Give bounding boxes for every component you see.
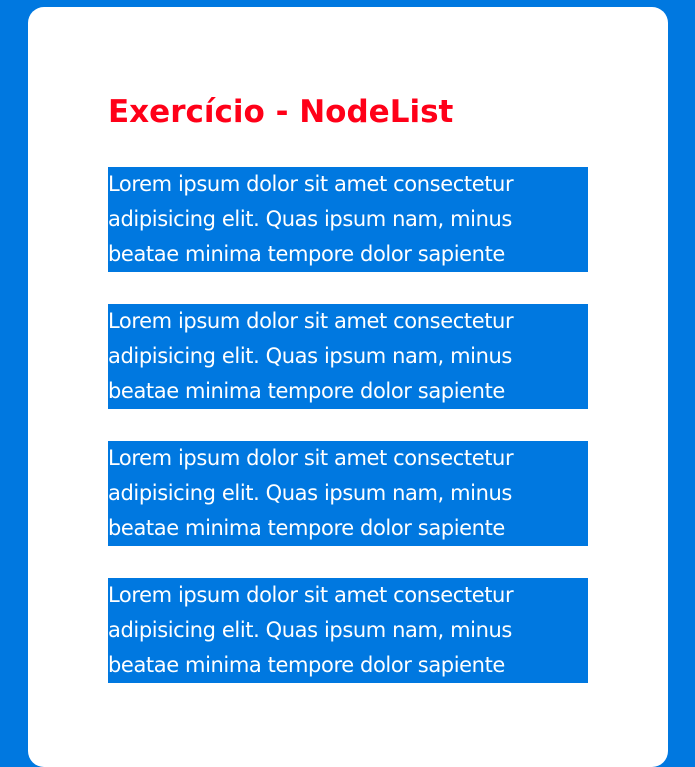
page-title: Exercício - NodeList: [108, 94, 454, 130]
paragraph-2: Lorem ipsum dolor sit amet consectetur a…: [108, 304, 588, 409]
paragraph-4: Lorem ipsum dolor sit amet consectetur a…: [108, 578, 588, 683]
paragraph-3: Lorem ipsum dolor sit amet consectetur a…: [108, 441, 588, 546]
paragraph-1: Lorem ipsum dolor sit amet consectetur a…: [108, 167, 588, 272]
content-card: Exercício - NodeList Lorem ipsum dolor s…: [28, 7, 668, 767]
